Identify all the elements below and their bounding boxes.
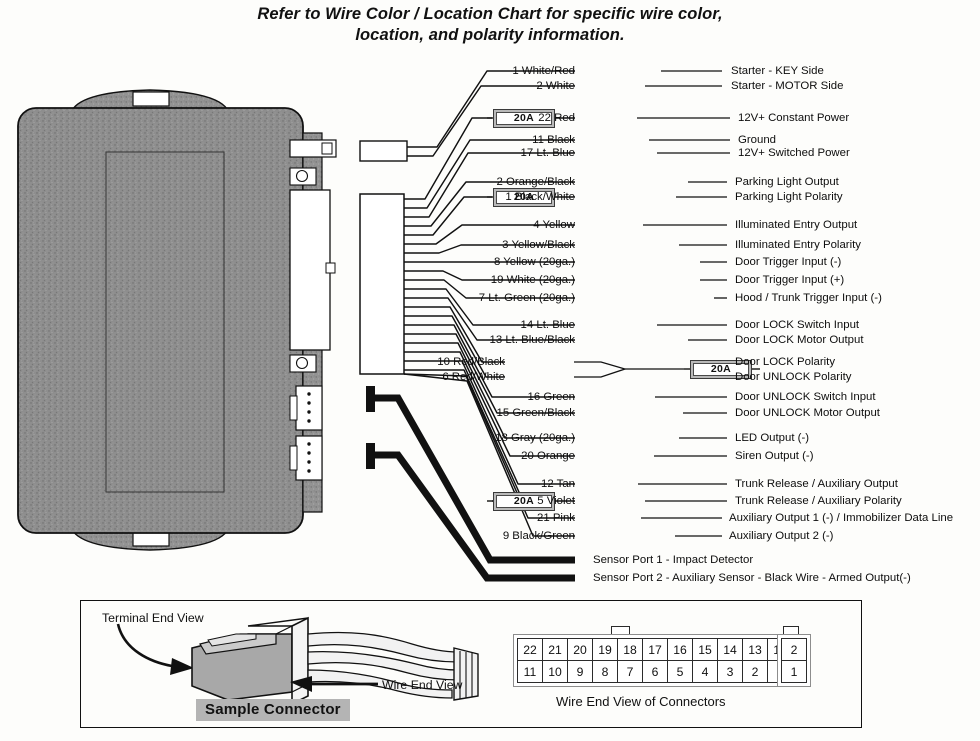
pin-cell: 14 bbox=[717, 638, 743, 661]
pin-cell: 15 bbox=[692, 638, 718, 661]
wire-label-5: 17 Lt. Blue bbox=[520, 147, 575, 159]
pin-cell: 22 bbox=[517, 638, 543, 661]
function-label-8: Illuminated Entry Output bbox=[735, 219, 858, 231]
wire-label-6: 2 Orange/Black bbox=[496, 176, 575, 188]
wire-label-21: 12 Tan bbox=[541, 478, 575, 490]
function-label-20: Siren Output (-) bbox=[735, 450, 814, 462]
wire-label-20: 20 Orange bbox=[521, 450, 575, 462]
function-label-5: 12V+ Switched Power bbox=[738, 147, 850, 159]
pin-cell: 2 bbox=[742, 660, 768, 683]
function-label-6: Parking Light Output bbox=[735, 176, 839, 188]
pin-grid-aux: 2 1 bbox=[777, 634, 811, 687]
pin-grid-main-bottom-row: 11 10 9 8 7 6 5 4 3 2 1 bbox=[517, 660, 793, 683]
pin-grid-aux-top-row: 2 bbox=[781, 638, 807, 661]
wire-end-view-of-connectors-label: Wire End View of Connectors bbox=[556, 694, 726, 709]
harness-plug-2pin bbox=[359, 140, 408, 162]
wire-end-view-label: Wire End View bbox=[382, 678, 463, 692]
module-body bbox=[17, 107, 304, 534]
function-label-19: LED Output (-) bbox=[735, 432, 810, 444]
wire-label-22: 5 Violet bbox=[537, 495, 575, 507]
wire-label-1: 1 White/Red bbox=[512, 65, 575, 77]
function-label-9: Illuminated Entry Polarity bbox=[735, 239, 861, 251]
wire-label-3: 22 Red bbox=[538, 112, 575, 124]
function-label-10: Door Trigger Input (-) bbox=[735, 256, 842, 268]
pin-grid-main: 22 21 20 19 18 17 16 15 14 13 12 11 10 9… bbox=[513, 634, 797, 687]
function-label-16: Door UNLOCK Polarity bbox=[735, 371, 852, 383]
control-module bbox=[17, 89, 337, 551]
module-main-connector bbox=[289, 189, 331, 351]
function-label-12: Hood / Trunk Trigger Input (-) bbox=[735, 292, 882, 304]
sensor-port-2-label: Sensor Port 2 - Auxiliary Sensor - Black… bbox=[593, 572, 911, 584]
wire-label-15: 10 Red/Black bbox=[437, 356, 505, 368]
function-label-13: Door LOCK Switch Input bbox=[735, 319, 860, 331]
pin-grid-aux-bottom-row: 1 bbox=[781, 660, 807, 683]
pin-cell: 5 bbox=[667, 660, 693, 683]
harness-plug-22pin bbox=[359, 193, 405, 375]
wire-label-24: 9 Black/Green bbox=[502, 530, 575, 542]
wire-label-4: 11 Black bbox=[532, 134, 575, 146]
pin-cell: 17 bbox=[642, 638, 668, 661]
pin-cell: 7 bbox=[617, 660, 643, 683]
wire-label-9: 3 Yellow/Black bbox=[502, 239, 575, 251]
wire-label-11: 19 White (20ga.) bbox=[490, 274, 575, 286]
wire-label-10: 8 Yellow (20ga.) bbox=[493, 256, 575, 268]
function-label-7: Parking Light Polarity bbox=[735, 191, 843, 203]
pin-cell: 8 bbox=[592, 660, 618, 683]
pin-cell: 11 bbox=[517, 660, 543, 683]
wire-label-14: 13 Lt. Blue/Black bbox=[489, 334, 575, 346]
terminal-end-view-label: Terminal End View bbox=[102, 611, 204, 625]
pin-cell: 18 bbox=[617, 638, 643, 661]
pin-cell: 16 bbox=[667, 638, 693, 661]
pin-cell: 3 bbox=[717, 660, 743, 683]
pin-cell: 4 bbox=[692, 660, 718, 683]
wire-label-13: 14 Lt. Blue bbox=[520, 319, 575, 331]
pin-cell: 19 bbox=[592, 638, 618, 661]
sensor-cable-terminals bbox=[366, 386, 375, 469]
pin-cell: 9 bbox=[567, 660, 593, 683]
sensor-port-1-label: Sensor Port 1 - Impact Detector bbox=[593, 554, 754, 566]
function-label-21: Trunk Release / Auxiliary Output bbox=[735, 478, 898, 490]
wire-label-7: 1 Black/White bbox=[505, 191, 575, 203]
function-label-1: Starter - KEY Side bbox=[731, 65, 824, 77]
function-label-15: Door LOCK Polarity bbox=[735, 356, 836, 368]
pin-cell: 10 bbox=[542, 660, 568, 683]
pin-cell: 20 bbox=[567, 638, 593, 661]
pin-grid-main-top-row: 22 21 20 19 18 17 16 15 14 13 12 bbox=[517, 638, 793, 661]
function-label-14: Door LOCK Motor Output bbox=[735, 334, 864, 346]
harness-plugs bbox=[359, 140, 408, 375]
wire-label-17: 16 Green bbox=[527, 391, 576, 403]
label-connector-dashes bbox=[574, 70, 730, 537]
function-label-2: Starter - MOTOR Side bbox=[731, 80, 844, 92]
function-label-18: Door UNLOCK Motor Output bbox=[735, 407, 880, 419]
wire-label-8: 4 Yellow bbox=[533, 219, 575, 231]
pin-cell: 1 bbox=[781, 660, 807, 683]
wire-label-16: 6 Red/White bbox=[442, 371, 505, 383]
function-label-24: Auxiliary Output 2 (-) bbox=[729, 530, 834, 542]
wire-label-2: 2 White bbox=[536, 80, 575, 92]
function-label-4: Ground bbox=[738, 134, 776, 146]
function-label-3: 12V+ Constant Power bbox=[738, 112, 850, 124]
wire-label-12: 7 Lt. Green (20ga.) bbox=[478, 292, 575, 304]
wire-label-23: 21 Pink bbox=[537, 512, 575, 524]
function-label-22: Trunk Release / Auxiliary Polarity bbox=[735, 495, 902, 507]
pin-cell: 2 bbox=[781, 638, 807, 661]
sample-connector-caption: Sample Connector bbox=[196, 699, 350, 721]
diagram-canvas: Refer to Wire Color / Location Chart for… bbox=[0, 0, 980, 741]
function-label-11: Door Trigger Input (+) bbox=[735, 274, 845, 286]
pin-cell: 6 bbox=[642, 660, 668, 683]
function-label-23: Auxiliary Output 1 (-) / Immobilizer Dat… bbox=[729, 512, 954, 524]
wire-label-19: 18 Gray (20ga.) bbox=[495, 432, 575, 444]
function-label-17: Door UNLOCK Switch Input bbox=[735, 391, 876, 403]
wire-label-18: 15 Green/Black bbox=[496, 407, 575, 419]
pin-cell: 21 bbox=[542, 638, 568, 661]
pin-cell: 13 bbox=[742, 638, 768, 661]
